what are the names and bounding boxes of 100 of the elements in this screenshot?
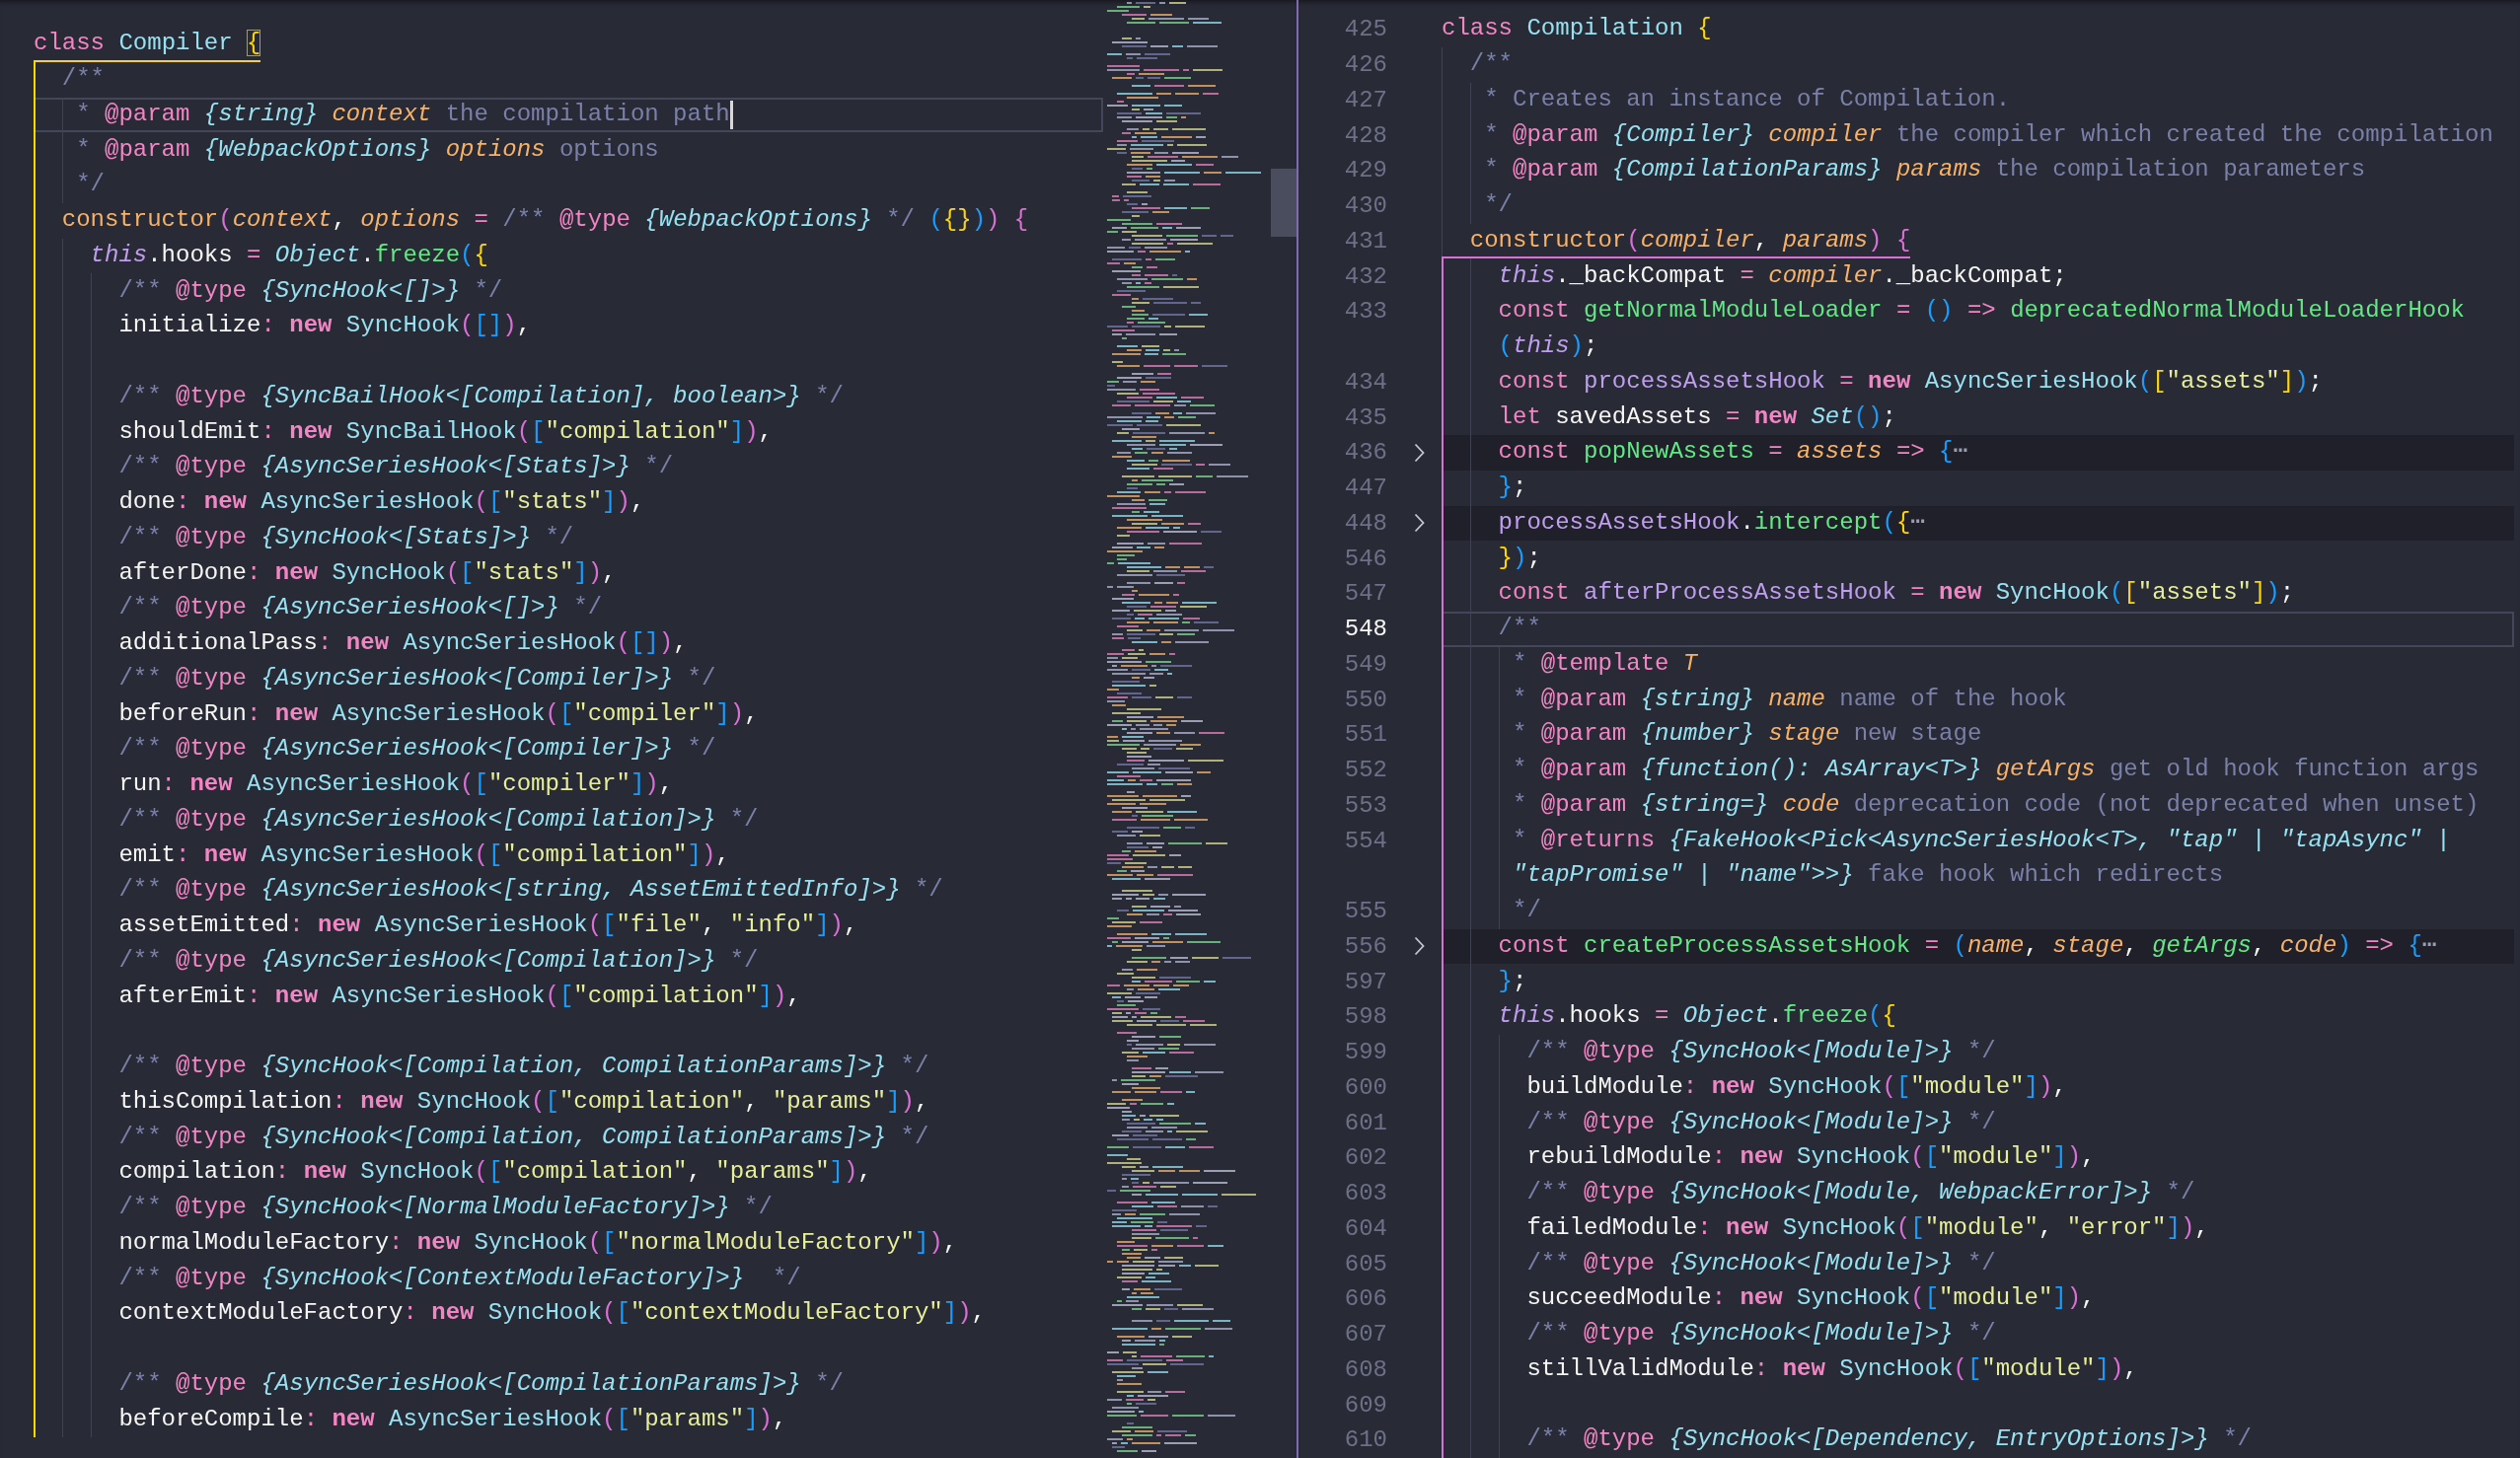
code-line: const popNewAssets = assets => {⋯ bbox=[1498, 438, 1967, 468]
line-number: 609 bbox=[1343, 1391, 1387, 1419]
code-line: stillValidModule: new SyncHook(["module"]), bbox=[1526, 1354, 2138, 1384]
line-number: 554 bbox=[1343, 827, 1387, 854]
code-line: * Creates an instance of Compilation. bbox=[1484, 85, 2011, 114]
code-line: constructor(compiler, params) { bbox=[1469, 226, 1911, 255]
code-line: beforeCompile: new AsyncSeriesHook(["params"]), bbox=[118, 1405, 787, 1434]
code-line: buildModule: new SyncHook(["module"]), bbox=[1526, 1072, 2067, 1102]
line-number: 603 bbox=[1343, 1180, 1387, 1207]
code-line: rebuildModule: new SyncHook(["module"]), bbox=[1526, 1143, 2096, 1173]
chevron-icon[interactable] bbox=[1414, 442, 1425, 463]
code-line: const afterProcessAssetsHook = new SyncHook(["assets"]); bbox=[1498, 579, 2295, 609]
code-line: /** @type {SyncHook<[Compilation, CompilationParams]>} */ bbox=[118, 1053, 929, 1081]
line-number: 597 bbox=[1343, 968, 1387, 995]
line-number: 551 bbox=[1343, 721, 1387, 749]
code-line: /** @type {AsyncSeriesHook<[Compilation]>} */ bbox=[118, 805, 759, 835]
code-line: /** @type {AsyncSeriesHook<[]>} */ bbox=[118, 594, 603, 623]
code-line: * @param {function(): AsArray<T>} getArgs get old hook function args bbox=[1513, 756, 2480, 784]
code-line: contextModuleFactory: new SyncHook(["contextModuleFactory"]), bbox=[118, 1299, 986, 1329]
code-line: compilation: new SyncHook(["compilation", "params"]), bbox=[118, 1158, 872, 1188]
line-number: 605 bbox=[1343, 1250, 1387, 1277]
code-line: this.hooks = Object.freeze({ bbox=[1498, 1002, 1896, 1032]
code-line: */ bbox=[1513, 897, 1541, 925]
code-line: run: new AsyncSeriesHook(["compiler"]), bbox=[118, 770, 674, 799]
code-line: * @param {Compiler} compiler the compiler which created the compilation bbox=[1484, 120, 2493, 150]
line-number: 601 bbox=[1343, 1109, 1387, 1136]
code-line: this.hooks = Object.freeze({ bbox=[90, 241, 488, 270]
line-number: 436 bbox=[1343, 439, 1387, 467]
line-number: 598 bbox=[1343, 1003, 1387, 1031]
line-number: 602 bbox=[1343, 1144, 1387, 1172]
line-number: 552 bbox=[1343, 757, 1387, 784]
code-line: const createProcessAssetsHook = (name, stage, getArgs, code) => {⋯ bbox=[1498, 931, 2437, 961]
code-line: * @returns {FakeHook<Pick<AsyncSeriesHook<T>, "tap" | "tapAsync" | bbox=[1513, 826, 2451, 855]
code-line: * @param {string} name name of the hook bbox=[1513, 685, 2067, 714]
code-line: constructor(context, options = /** @type {WebpackOptions} */ ({})) { bbox=[61, 206, 1029, 235]
line-number: 604 bbox=[1343, 1214, 1387, 1242]
code-line: emit: new AsyncSeriesHook(["compilation"]), bbox=[118, 840, 730, 870]
line-number: 428 bbox=[1343, 121, 1387, 149]
code-line: /** @type {SyncHook<[Stats]>} */ bbox=[118, 523, 574, 552]
code-line: * @template T bbox=[1513, 649, 1698, 679]
code-line: /** @type {AsyncSeriesHook<[Compiler]>} */ bbox=[118, 735, 716, 765]
line-number: 553 bbox=[1343, 791, 1387, 819]
line-number: 599 bbox=[1343, 1039, 1387, 1066]
code-line: /** @type {AsyncSeriesHook<[Stats]>} */ bbox=[118, 453, 674, 482]
code-line: processAssetsHook.intercept({⋯ bbox=[1498, 508, 1925, 538]
line-number: 430 bbox=[1343, 192, 1387, 220]
line-number: 548 bbox=[1343, 616, 1387, 643]
code-line: /** @type {AsyncSeriesHook<[string, AssetEmittedInfo]>} */ bbox=[118, 876, 943, 906]
chevron-icon[interactable] bbox=[1414, 513, 1425, 534]
scrollbar-thumb[interactable] bbox=[1271, 169, 1297, 237]
code-line: /** @type {SyncHook<[NormalModuleFactory]>} */ bbox=[118, 1194, 773, 1222]
code-line: /** @type {AsyncSeriesHook<[Compiler]>} */ bbox=[118, 664, 716, 693]
code-line: }; bbox=[1498, 967, 1527, 996]
code-line: done: new AsyncSeriesHook(["stats"]), bbox=[118, 488, 645, 517]
code-line: /** @type {SyncHook<[Module]>} */ bbox=[1526, 1108, 1996, 1137]
code-line: }); bbox=[1498, 544, 1541, 573]
code-line: /** @type {SyncHook<[Compilation, CompilationParams]>} */ bbox=[118, 1123, 929, 1152]
line-number: 435 bbox=[1343, 403, 1387, 431]
code-line: /** @type {SyncHook<[Module]>} */ bbox=[1526, 1249, 1996, 1278]
code-line: normalModuleFactory: new SyncHook(["normalModuleFactory"]), bbox=[118, 1228, 958, 1258]
code-line: shouldEmit: new SyncBailHook(["compilation"]), bbox=[118, 417, 773, 447]
code-line: /** @type {SyncHook<[Module]>} */ bbox=[1526, 1038, 1996, 1066]
line-number: 549 bbox=[1343, 650, 1387, 678]
code-line: additionalPass: new AsyncSeriesHook([]), bbox=[118, 629, 688, 658]
line-number: 608 bbox=[1343, 1355, 1387, 1383]
code-line: /** @type {SyncHook<[Module]>} */ bbox=[1526, 1320, 1996, 1349]
line-number: 425 bbox=[1343, 16, 1387, 43]
line-number: 433 bbox=[1343, 298, 1387, 326]
line-number: 610 bbox=[1343, 1426, 1387, 1454]
code-line: }; bbox=[1498, 474, 1527, 502]
code-line: (this); bbox=[1498, 332, 1598, 361]
code-line: this._backCompat = compiler._backCompat; bbox=[1498, 261, 2067, 291]
line-number: 550 bbox=[1343, 686, 1387, 713]
line-number: 547 bbox=[1343, 580, 1387, 608]
line-number: 600 bbox=[1343, 1073, 1387, 1101]
line-number: 426 bbox=[1343, 51, 1387, 79]
code-line: beforeRun: new AsyncSeriesHook(["compiler"]), bbox=[118, 699, 759, 729]
code-line: /** @type {AsyncSeriesHook<[Compilation]>} */ bbox=[118, 946, 759, 976]
code-line: * @param {WebpackOptions} options options bbox=[76, 135, 659, 165]
code-line: * @param {CompilationParams} params the compilation parameters bbox=[1484, 156, 2366, 185]
code-line: afterEmit: new AsyncSeriesHook(["compilation"]), bbox=[118, 982, 801, 1011]
code-line: * @param {string=} code deprecation code (not deprecated when unset) bbox=[1513, 790, 2480, 820]
code-line: * @param {string} context the compilation path bbox=[76, 100, 730, 129]
code-line: const processAssetsHook = new AsyncSeriesHook(["assets"]); bbox=[1498, 367, 2323, 397]
code-line: * @param {number} stage new stage bbox=[1513, 720, 1982, 750]
line-number: 434 bbox=[1343, 368, 1387, 396]
code-line: class Compiler { bbox=[34, 30, 261, 59]
code-line: /** bbox=[61, 65, 105, 94]
code-line: /** @type {SyncHook<[Module, WebpackError]>} */ bbox=[1526, 1179, 2195, 1207]
line-number: 448 bbox=[1343, 509, 1387, 537]
code-line: */ bbox=[1484, 191, 1513, 220]
chevron-icon[interactable] bbox=[1414, 936, 1425, 957]
line-number: 546 bbox=[1343, 545, 1387, 572]
code-line: /** @type {SyncHook<[ContextModuleFactory]>} */ bbox=[118, 1264, 801, 1293]
code-line: assetEmitted: new AsyncSeriesHook(["file", "info"]), bbox=[118, 911, 858, 940]
line-number: 555 bbox=[1343, 898, 1387, 925]
line-number: 606 bbox=[1343, 1285, 1387, 1313]
code-line: thisCompilation: new SyncHook(["compilation", "params"]), bbox=[118, 1087, 929, 1117]
code-line: /** @type {SyncHook<[]>} */ bbox=[118, 276, 503, 306]
line-number: 431 bbox=[1343, 227, 1387, 255]
